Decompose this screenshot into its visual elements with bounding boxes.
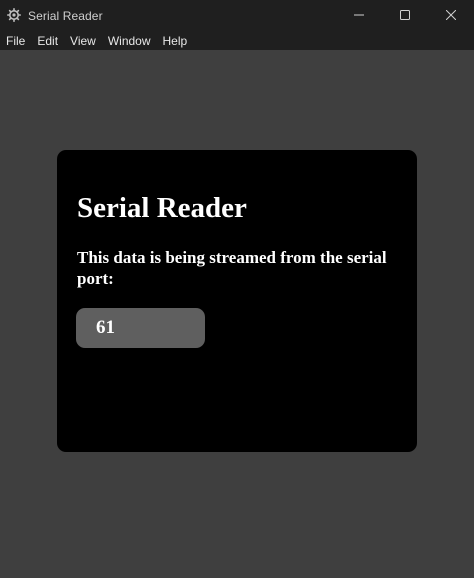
window-title: Serial Reader: [28, 9, 103, 23]
close-button[interactable]: [428, 0, 474, 31]
close-icon: [445, 7, 457, 25]
gear-icon: [7, 8, 21, 22]
menu-window[interactable]: Window: [102, 31, 157, 50]
app-window: Serial Reader File Edit View Window Help…: [0, 0, 474, 578]
menu-view[interactable]: View: [64, 31, 102, 50]
serial-value: 61: [96, 317, 115, 338]
stream-description: This data is being streamed from the ser…: [77, 248, 387, 288]
title-bar[interactable]: Serial Reader: [0, 0, 474, 31]
data-card: Serial Reader This data is being streame…: [57, 150, 417, 452]
menu-help[interactable]: Help: [157, 31, 194, 50]
maximize-icon: [400, 7, 410, 25]
menu-file[interactable]: File: [0, 31, 31, 50]
serial-value-display: 61: [76, 308, 205, 348]
menu-bar: File Edit View Window Help: [0, 31, 474, 50]
menu-edit[interactable]: Edit: [31, 31, 64, 50]
page-title: Serial Reader: [77, 192, 247, 224]
content-area: Serial Reader This data is being streame…: [0, 50, 474, 578]
minimize-icon: [354, 7, 364, 25]
maximize-button[interactable]: [382, 0, 428, 31]
minimize-button[interactable]: [336, 0, 382, 31]
